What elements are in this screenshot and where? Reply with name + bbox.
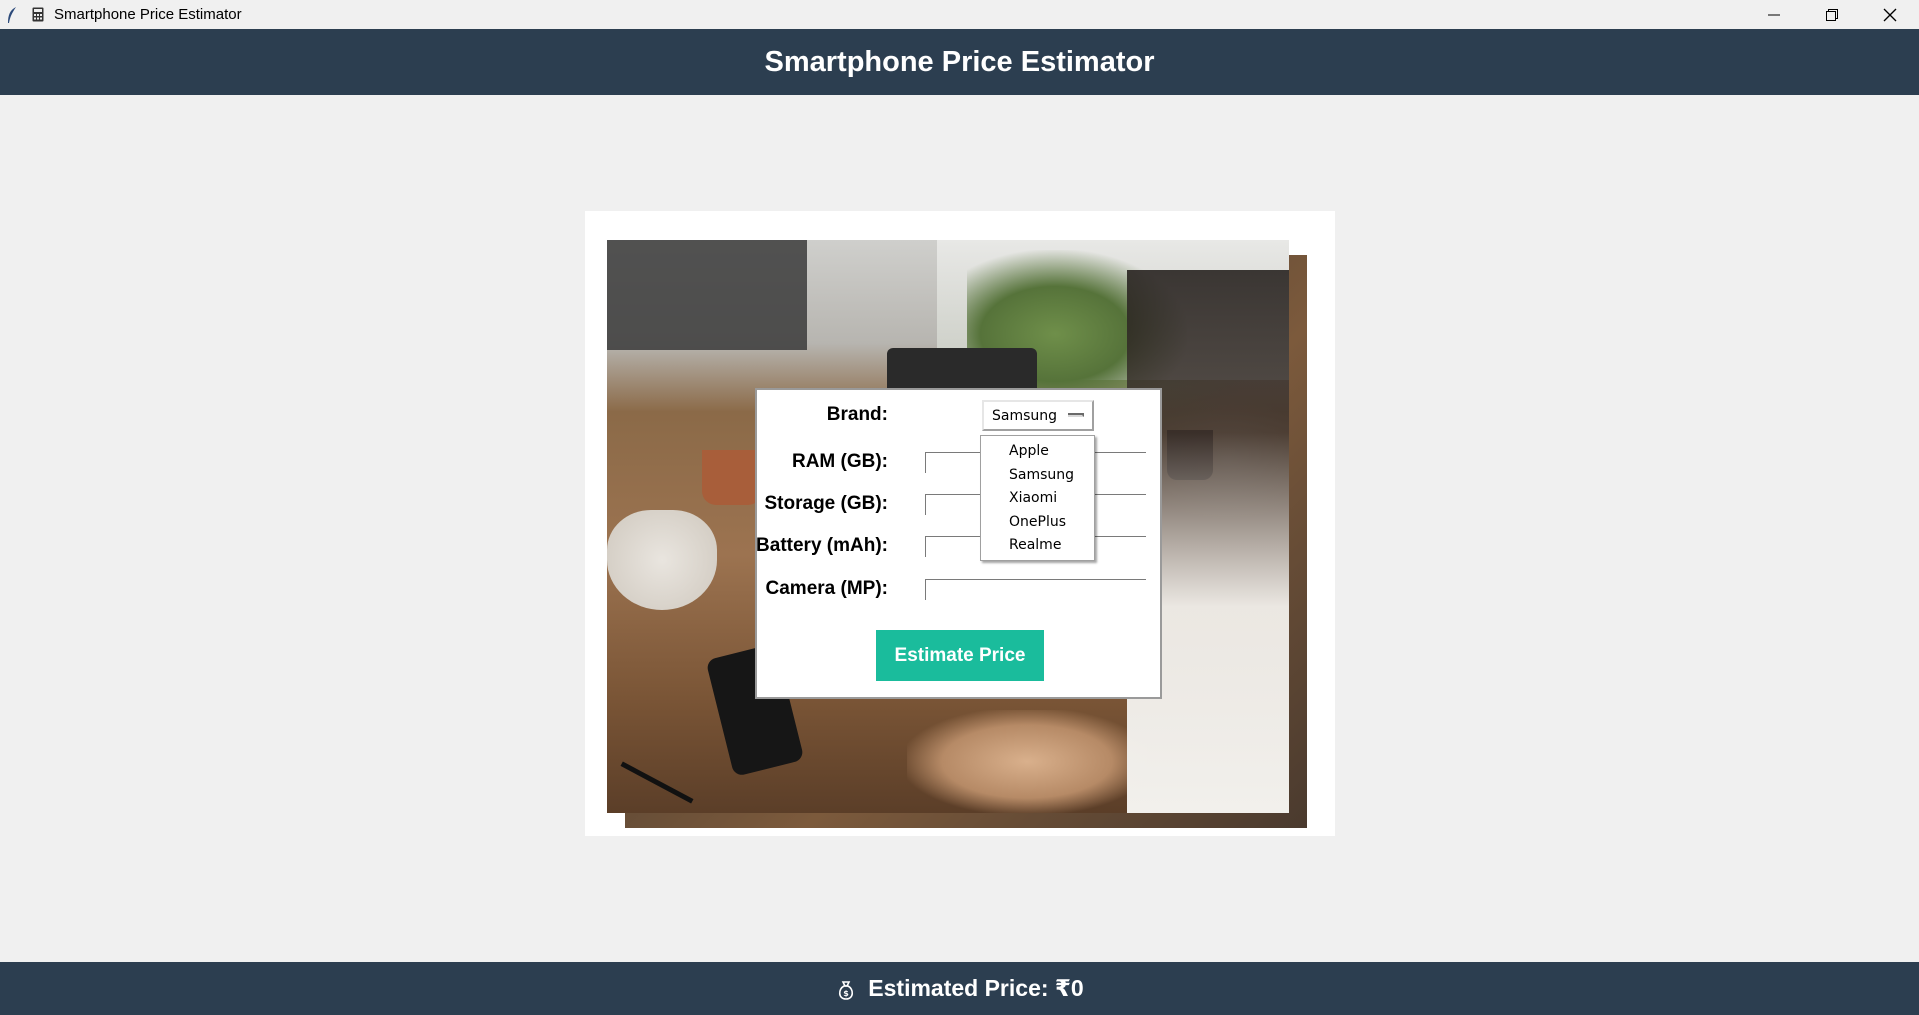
estimated-price-text: Estimated Price: ₹0	[868, 975, 1084, 1001]
estimate-price-button[interactable]: Estimate Price	[876, 630, 1044, 681]
restore-button[interactable]	[1803, 0, 1861, 29]
window-title: Smartphone Price Estimator	[54, 6, 242, 23]
storage-label: Storage (GB):	[764, 493, 889, 514]
restore-icon	[1826, 8, 1838, 21]
close-button[interactable]	[1861, 0, 1919, 29]
calculator-icon	[30, 6, 46, 24]
camera-input[interactable]	[925, 579, 1146, 600]
brand-selected-value: Samsung	[992, 407, 1058, 424]
brand-label: Brand:	[826, 404, 888, 425]
input-form-panel: Brand: Samsung RAM (GB): Storage (GB): B…	[755, 388, 1162, 699]
close-icon	[1883, 8, 1897, 21]
camera-label: Camera (MP):	[765, 578, 888, 599]
money-bag-icon: $	[835, 979, 859, 1003]
brand-option-realme[interactable]: Realme	[981, 534, 1094, 558]
brand-option-samsung[interactable]: Samsung	[981, 464, 1094, 488]
ram-label: RAM (GB):	[791, 451, 888, 472]
brand-option-xiaomi[interactable]: Xiaomi	[981, 487, 1094, 511]
result-footer: $ Estimated Price: ₹0	[0, 962, 1919, 1015]
window-controls	[1745, 0, 1919, 29]
brand-dropdown-menu: Apple Samsung Xiaomi OnePlus Realme	[980, 435, 1095, 561]
app-feather-icon	[4, 6, 20, 24]
brand-select[interactable]: Samsung	[982, 400, 1094, 431]
minimize-icon	[1768, 14, 1780, 15]
brand-option-apple[interactable]: Apple	[981, 440, 1094, 464]
minimize-button[interactable]	[1745, 0, 1803, 29]
svg-text:$: $	[843, 989, 849, 998]
dropdown-indicator-icon	[1068, 413, 1084, 417]
app-header: Smartphone Price Estimator	[0, 29, 1919, 95]
brand-option-oneplus[interactable]: OnePlus	[981, 511, 1094, 535]
window-titlebar: Smartphone Price Estimator	[0, 0, 1919, 29]
header-title: Smartphone Price Estimator	[764, 45, 1155, 78]
battery-label: Battery (mAh):	[756, 535, 888, 556]
